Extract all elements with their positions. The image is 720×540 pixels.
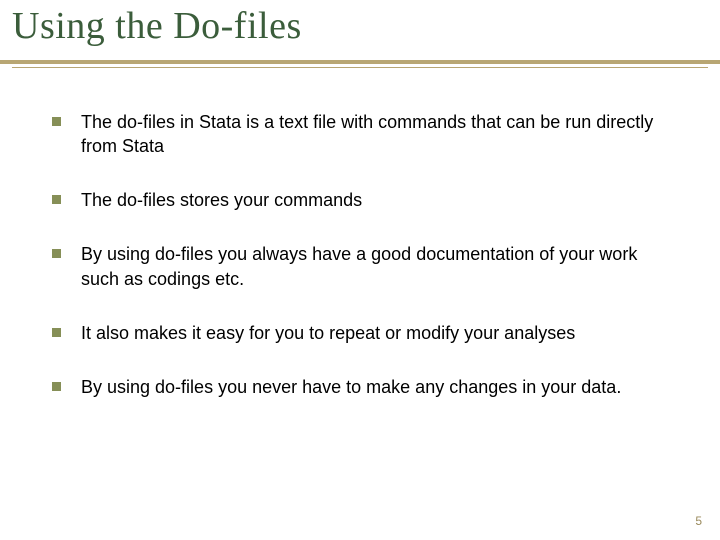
list-item: It also makes it easy for you to repeat … (52, 321, 668, 345)
slide: Using the Do-files The do-files in Stata… (0, 0, 720, 540)
slide-title: Using the Do-files (12, 4, 708, 58)
square-bullet-icon (52, 249, 61, 258)
content-area: The do-files in Stata is a text file wit… (0, 68, 720, 400)
bullet-text: It also makes it easy for you to repeat … (81, 321, 668, 345)
square-bullet-icon (52, 382, 61, 391)
list-item: The do-files stores your commands (52, 188, 668, 212)
square-bullet-icon (52, 195, 61, 204)
bullet-text: The do-files in Stata is a text file wit… (81, 110, 668, 159)
page-number: 5 (695, 514, 702, 528)
square-bullet-icon (52, 117, 61, 126)
square-bullet-icon (52, 328, 61, 337)
title-area: Using the Do-files (0, 0, 720, 58)
bullet-text: By using do-files you never have to make… (81, 375, 668, 399)
title-rule-thick (0, 60, 720, 64)
bullet-text: By using do-files you always have a good… (81, 242, 668, 291)
list-item: By using do-files you always have a good… (52, 242, 668, 291)
list-item: By using do-files you never have to make… (52, 375, 668, 399)
bullet-text: The do-files stores your commands (81, 188, 668, 212)
list-item: The do-files in Stata is a text file wit… (52, 110, 668, 159)
